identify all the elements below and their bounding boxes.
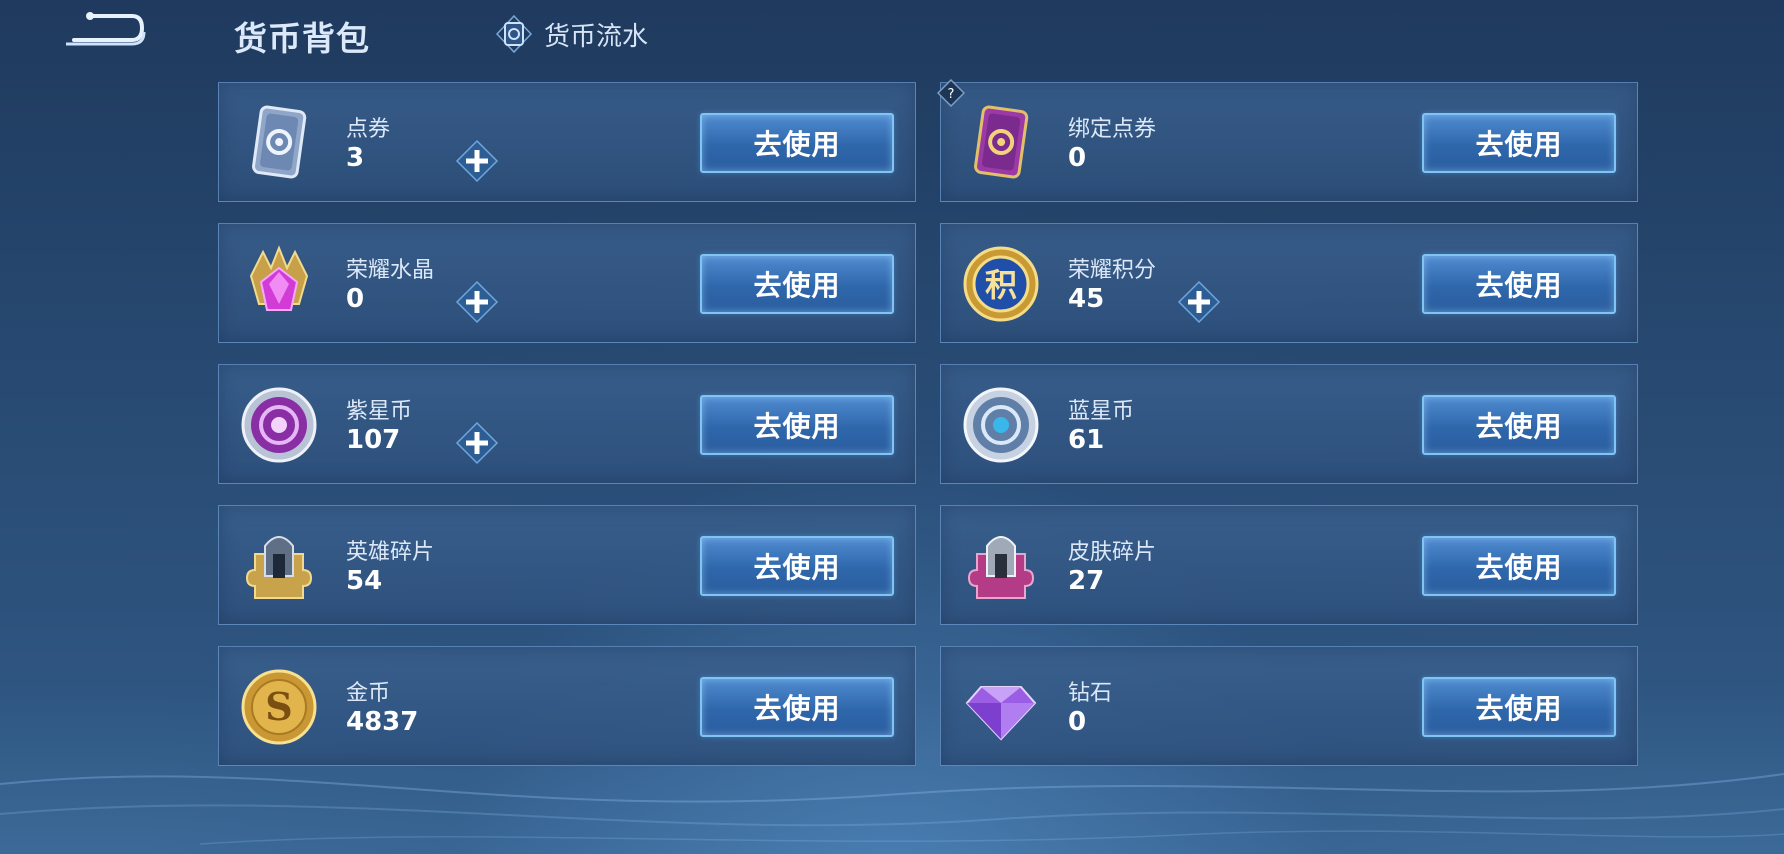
glory-points-glyph: 积 bbox=[985, 266, 1017, 304]
back-arrow-icon bbox=[66, 12, 146, 46]
use-glory-points-button[interactable]: 去使用 bbox=[1422, 254, 1616, 314]
blue-star-coin-icon bbox=[963, 387, 1039, 463]
gold-coin-glyph: S bbox=[265, 684, 292, 729]
currency-flow-link[interactable]: 货币流水 bbox=[494, 14, 648, 54]
use-diamond-button[interactable]: 去使用 bbox=[1422, 677, 1616, 737]
currency-card-bound-ticket: ? 绑定点券 0 去使用 bbox=[937, 79, 1638, 202]
skin-fragment-icon bbox=[967, 536, 1035, 599]
currency-name: 荣耀积分 bbox=[1068, 258, 1157, 283]
currency-name: 英雄碎片 bbox=[346, 540, 435, 565]
page-title: 货币背包 bbox=[234, 19, 370, 58]
currency-amount: 107 bbox=[346, 425, 401, 455]
add-glory-crystal-button[interactable] bbox=[455, 280, 499, 324]
currency-card-gold-coin: S 金币 4837 去使用 bbox=[218, 646, 916, 766]
back-button[interactable] bbox=[62, 10, 146, 56]
add-glory-points-button[interactable] bbox=[1177, 280, 1221, 324]
use-bound-ticket-button[interactable]: 去使用 bbox=[1422, 113, 1616, 173]
currency-amount: 27 bbox=[1068, 566, 1105, 596]
currency-flow-label: 货币流水 bbox=[544, 21, 649, 52]
ticket-silver-icon bbox=[252, 105, 307, 179]
currency-amount: 0 bbox=[1068, 707, 1087, 737]
use-blue-star-coin-button[interactable]: 去使用 bbox=[1422, 395, 1616, 455]
currency-card-blue-star-coin: 蓝星币 61 去使用 bbox=[940, 364, 1638, 484]
currency-amount: 4837 bbox=[346, 707, 419, 737]
currency-amount: 54 bbox=[346, 566, 383, 596]
glory-crystal-icon bbox=[249, 245, 309, 311]
gold-coin-icon: S bbox=[241, 669, 317, 745]
currency-flow-icon bbox=[495, 14, 533, 54]
currency-name: 荣耀水晶 bbox=[346, 258, 435, 283]
ticket-purple-icon bbox=[974, 105, 1029, 179]
currency-card-purple-star-coin: 紫星币 107 去使用 bbox=[218, 364, 916, 484]
purple-star-coin-icon bbox=[241, 387, 317, 463]
currency-name: 紫星币 bbox=[346, 399, 413, 424]
currency-amount: 0 bbox=[346, 284, 365, 314]
currency-card-diamond: 钻石 0 去使用 bbox=[940, 646, 1638, 766]
currency-amount: 45 bbox=[1068, 284, 1105, 314]
currency-amount: 0 bbox=[1068, 143, 1087, 173]
add-ticket-button[interactable] bbox=[455, 139, 499, 183]
currency-name: 点券 bbox=[346, 117, 391, 142]
currency-name: 钻石 bbox=[1068, 681, 1113, 706]
currency-card-glory-crystal: 荣耀水晶 0 去使用 bbox=[218, 223, 916, 343]
currency-amount: 61 bbox=[1068, 425, 1105, 455]
use-gold-coin-button[interactable]: 去使用 bbox=[700, 677, 894, 737]
currency-amount: 3 bbox=[346, 143, 365, 173]
currency-name: 绑定点券 bbox=[1068, 117, 1157, 142]
use-ticket-button[interactable]: 去使用 bbox=[700, 113, 894, 173]
use-skin-fragment-button[interactable]: 去使用 bbox=[1422, 536, 1616, 596]
hero-fragment-icon bbox=[245, 536, 313, 599]
use-glory-crystal-button[interactable]: 去使用 bbox=[700, 254, 894, 314]
currency-card-ticket: 点券 3 去使用 bbox=[218, 82, 916, 202]
svg-text:?: ? bbox=[948, 87, 955, 102]
currency-card-skin-fragment: 皮肤碎片 27 去使用 bbox=[940, 505, 1638, 625]
add-purple-star-coin-button[interactable] bbox=[455, 421, 499, 465]
currency-card-glory-points: 积 荣耀积分 45 去使用 bbox=[940, 223, 1638, 343]
glory-points-icon: 积 bbox=[963, 246, 1039, 322]
currency-name: 蓝星币 bbox=[1068, 399, 1135, 424]
use-purple-star-coin-button[interactable]: 去使用 bbox=[700, 395, 894, 455]
currency-name: 皮肤碎片 bbox=[1068, 540, 1157, 565]
currency-card-hero-fragment: 英雄碎片 54 去使用 bbox=[218, 505, 916, 625]
use-hero-fragment-button[interactable]: 去使用 bbox=[700, 536, 894, 596]
diamond-icon bbox=[965, 686, 1037, 741]
currency-name: 金币 bbox=[346, 681, 391, 706]
